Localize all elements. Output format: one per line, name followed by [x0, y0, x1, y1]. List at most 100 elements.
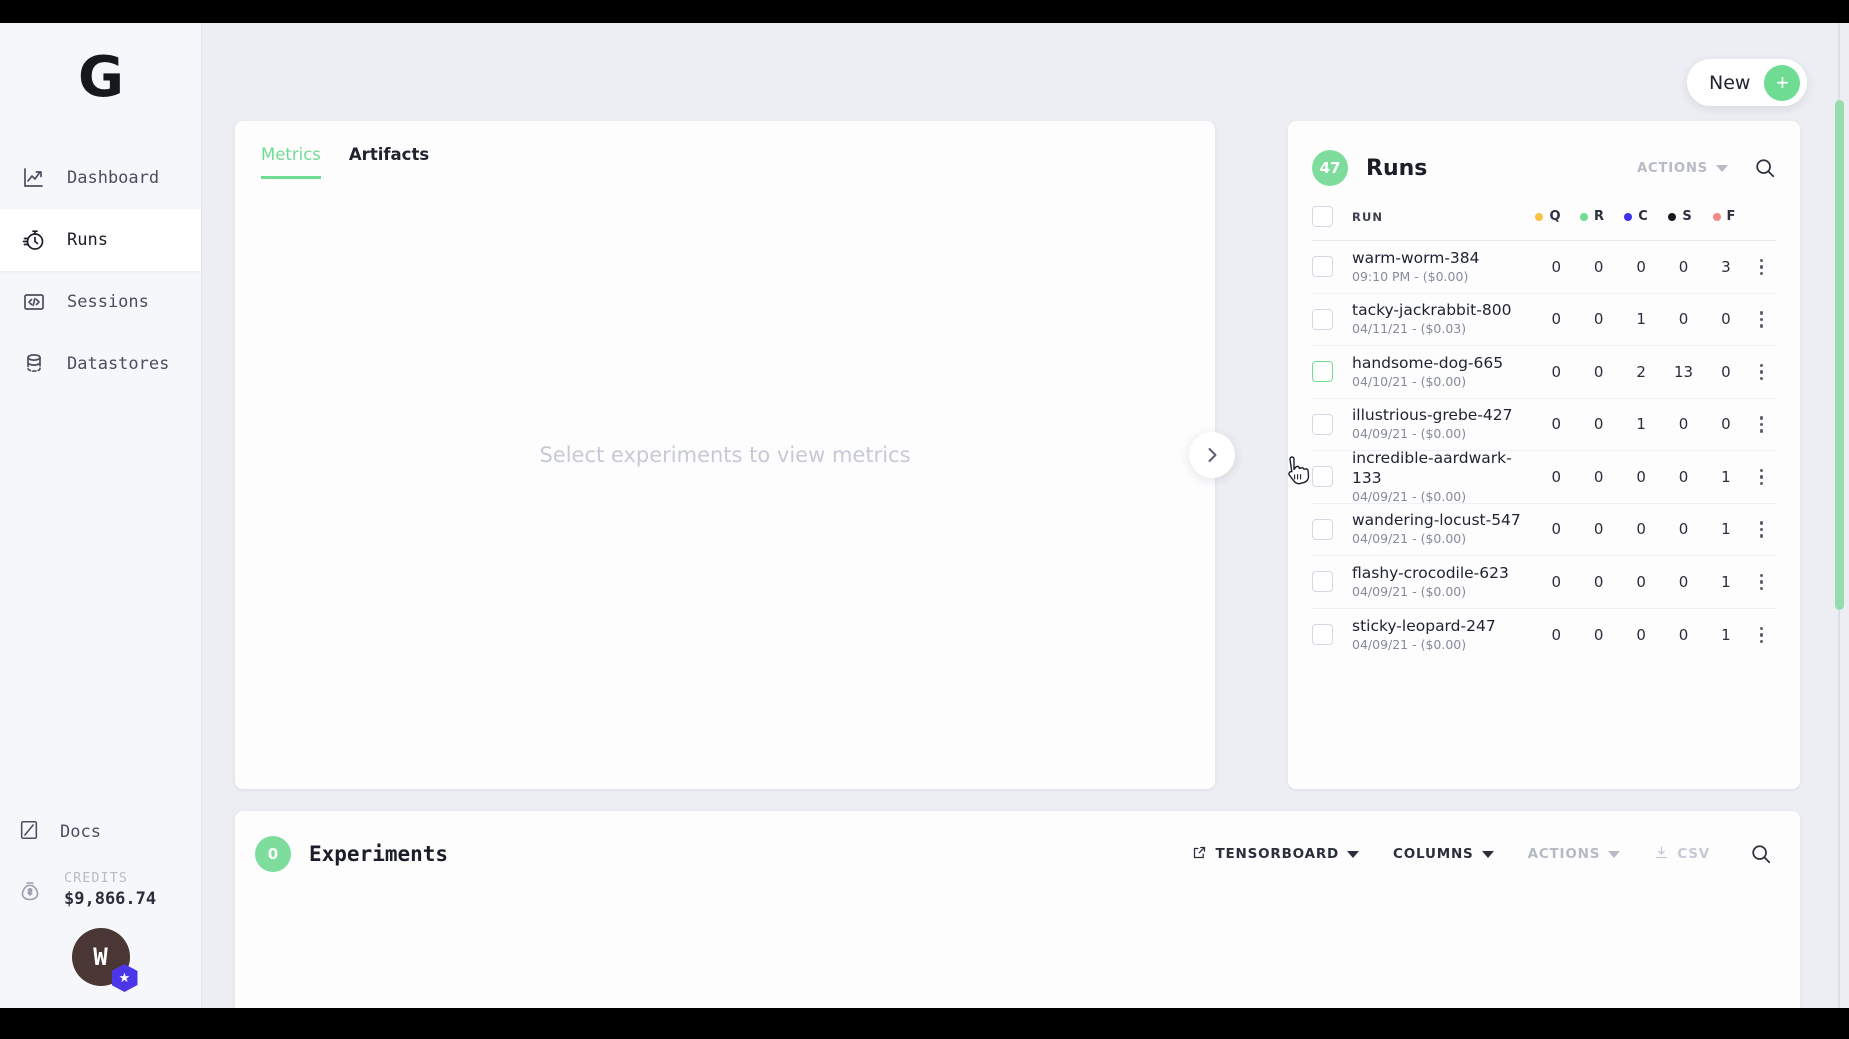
- run-timestamp-cost: 04/09/21 - ($0.00): [1352, 583, 1467, 599]
- run-name[interactable]: wandering-locust-547: [1352, 510, 1535, 530]
- run-stat-q: 0: [1551, 362, 1562, 381]
- run-name[interactable]: illustrious-grebe-427: [1352, 405, 1535, 425]
- run-stat-f: 1: [1721, 520, 1731, 539]
- row-menu-icon[interactable]: [1747, 363, 1776, 380]
- code-brackets-icon: [21, 289, 47, 315]
- new-button[interactable]: New +: [1687, 59, 1807, 106]
- row-menu-icon[interactable]: [1747, 416, 1776, 433]
- row-select-checkbox[interactable]: [1312, 518, 1333, 540]
- run-stat-q: 0: [1551, 257, 1562, 276]
- run-stat-s: 0: [1678, 415, 1689, 434]
- experiments-toolbar: TENSORBOARD COLUMNS ACTIONS CSV: [1192, 843, 1772, 865]
- run-stat-f: 3: [1721, 257, 1731, 276]
- sidebar-item-datastores[interactable]: Datastores: [0, 333, 201, 395]
- sidebar-footer: Docs CREDITS $9,866.74 W ★: [0, 804, 201, 992]
- table-row[interactable]: handsome-dog-665 04/10/21 - ($0.00) 0 0 2 13 0: [1312, 346, 1776, 399]
- sidebar-item-sessions[interactable]: Sessions: [0, 271, 201, 333]
- avatar[interactable]: W ★: [71, 928, 138, 992]
- status-dot-q: [1535, 212, 1544, 221]
- runs-search-button[interactable]: [1754, 157, 1776, 179]
- run-stat-c: 0: [1636, 572, 1646, 591]
- stopwatch-icon: [21, 227, 47, 253]
- status-dot-c: [1624, 212, 1633, 221]
- row-menu-icon[interactable]: [1747, 468, 1776, 485]
- row-select-checkbox[interactable]: [1312, 571, 1333, 593]
- table-row[interactable]: wandering-locust-547 04/09/21 - ($0.00) 0 0…: [1312, 504, 1776, 556]
- window-chrome-bottom: [0, 1008, 1849, 1039]
- run-timestamp-cost: 04/09/21 - ($0.00): [1352, 531, 1467, 547]
- table-row[interactable]: sticky-leopard-247 04/09/21 - ($0.00) 0 0 0 0…: [1312, 609, 1776, 662]
- page-scrollbar[interactable]: [1835, 23, 1844, 1008]
- run-meta: incredible-aardwark-133 04/09/21 - ($0.00…: [1352, 448, 1535, 506]
- scrollbar-thumb[interactable]: [1835, 100, 1844, 610]
- run-stat-c: 0: [1636, 625, 1646, 644]
- run-stat-c: 0: [1636, 520, 1646, 539]
- row-select-checkbox[interactable]: [1312, 256, 1333, 278]
- row-select-checkbox[interactable]: [1312, 361, 1333, 383]
- experiments-panel-title: Experiments: [309, 842, 449, 866]
- row-select-checkbox[interactable]: [1312, 308, 1333, 330]
- runs-actions-dropdown[interactable]: ACTIONS: [1637, 161, 1728, 176]
- select-all-checkbox[interactable]: [1312, 206, 1333, 227]
- experiments-actions-dropdown[interactable]: ACTIONS: [1528, 846, 1621, 862]
- sidebar-item-docs[interactable]: Docs: [0, 804, 201, 860]
- run-meta: tacky-jackrabbit-800 04/11/21 - ($0.03): [1352, 300, 1535, 338]
- runs-panel-title: Runs: [1366, 155, 1428, 181]
- chevron-right-icon[interactable]: [1189, 432, 1235, 478]
- sidebar-item-label: Sessions: [67, 292, 149, 312]
- table-row[interactable]: incredible-aardwark-133 04/09/21 - ($0.00…: [1312, 448, 1776, 506]
- csv-label: CSV: [1677, 846, 1710, 862]
- row-select-checkbox[interactable]: [1312, 466, 1333, 488]
- run-stat-q: 0: [1551, 625, 1562, 644]
- run-meta: wandering-locust-547 04/09/21 - ($0.00): [1352, 510, 1535, 548]
- column-header-f-label: F: [1726, 209, 1736, 224]
- run-name[interactable]: sticky-leopard-247: [1352, 616, 1535, 636]
- chevron-down-icon: [1481, 850, 1494, 858]
- experiments-search-button[interactable]: [1750, 843, 1772, 865]
- table-row[interactable]: tacky-jackrabbit-800 04/11/21 - ($0.03) 0 0…: [1312, 294, 1776, 346]
- run-name[interactable]: incredible-aardwark-133: [1352, 448, 1535, 488]
- external-link-icon: [1192, 845, 1207, 864]
- table-row[interactable]: flashy-crocodile-623 04/09/21 - ($0.00) 0 0…: [1312, 556, 1776, 609]
- run-stat-s: 0: [1678, 467, 1689, 486]
- experiments-actions-label: ACTIONS: [1527, 846, 1601, 862]
- row-menu-icon[interactable]: [1747, 311, 1776, 328]
- app-viewport: G Dashboard Runs Sessions Datastores Doc…: [0, 23, 1849, 1008]
- tab-metrics[interactable]: Metrics: [261, 145, 321, 179]
- app-logo[interactable]: G: [0, 23, 201, 133]
- row-menu-icon[interactable]: [1747, 573, 1776, 590]
- run-name[interactable]: handsome-dog-665: [1352, 353, 1535, 373]
- csv-download-button[interactable]: CSV: [1654, 845, 1710, 864]
- run-name[interactable]: warm-worm-384: [1352, 248, 1535, 268]
- credits-value: $9,866.74: [64, 889, 157, 909]
- run-stat-s: 0: [1678, 625, 1689, 644]
- runs-table-header: RUN Q R C S F: [1312, 193, 1776, 241]
- status-dot-r: [1579, 212, 1588, 221]
- new-button-label: New: [1709, 71, 1751, 94]
- run-stat-s: 0: [1678, 257, 1689, 276]
- sidebar-item-dashboard[interactable]: Dashboard: [0, 147, 201, 209]
- run-meta: handsome-dog-665 04/10/21 - ($0.00): [1352, 353, 1535, 391]
- row-select-checkbox[interactable]: [1312, 413, 1333, 435]
- run-stat-f: 0: [1721, 362, 1731, 381]
- tab-artifacts[interactable]: Artifacts: [349, 145, 429, 179]
- row-menu-icon[interactable]: [1747, 521, 1776, 538]
- row-menu-icon[interactable]: [1747, 258, 1776, 275]
- run-timestamp-cost: 04/09/21 - ($0.00): [1352, 426, 1467, 442]
- experiments-panel-header: 0 Experiments TENSORBOARD COLUMNS ACTION…: [235, 811, 1800, 897]
- run-stat-r: 0: [1593, 310, 1604, 329]
- table-row[interactable]: illustrious-grebe-427 04/09/21 - ($0.00) 0…: [1312, 399, 1776, 451]
- column-header-r: R: [1570, 209, 1614, 224]
- table-row[interactable]: warm-worm-384 09:10 PM - ($0.00) 0 0 0 0 3: [1312, 241, 1776, 294]
- row-menu-icon[interactable]: [1747, 626, 1776, 643]
- row-select-checkbox[interactable]: [1312, 624, 1333, 646]
- tensorboard-button[interactable]: TENSORBOARD: [1192, 845, 1360, 864]
- runs-panel-header: 47 Runs ACTIONS: [1288, 121, 1800, 193]
- logo-letter: G: [78, 45, 124, 110]
- columns-dropdown[interactable]: COLUMNS: [1393, 846, 1494, 862]
- run-name[interactable]: tacky-jackrabbit-800: [1352, 300, 1535, 320]
- run-name[interactable]: flashy-crocodile-623: [1352, 563, 1535, 583]
- sidebar-item-runs[interactable]: Runs: [0, 209, 201, 271]
- main-area: New + Metrics Artifacts Select experimen…: [202, 23, 1849, 1008]
- run-meta: flashy-crocodile-623 04/09/21 - ($0.00): [1352, 563, 1535, 601]
